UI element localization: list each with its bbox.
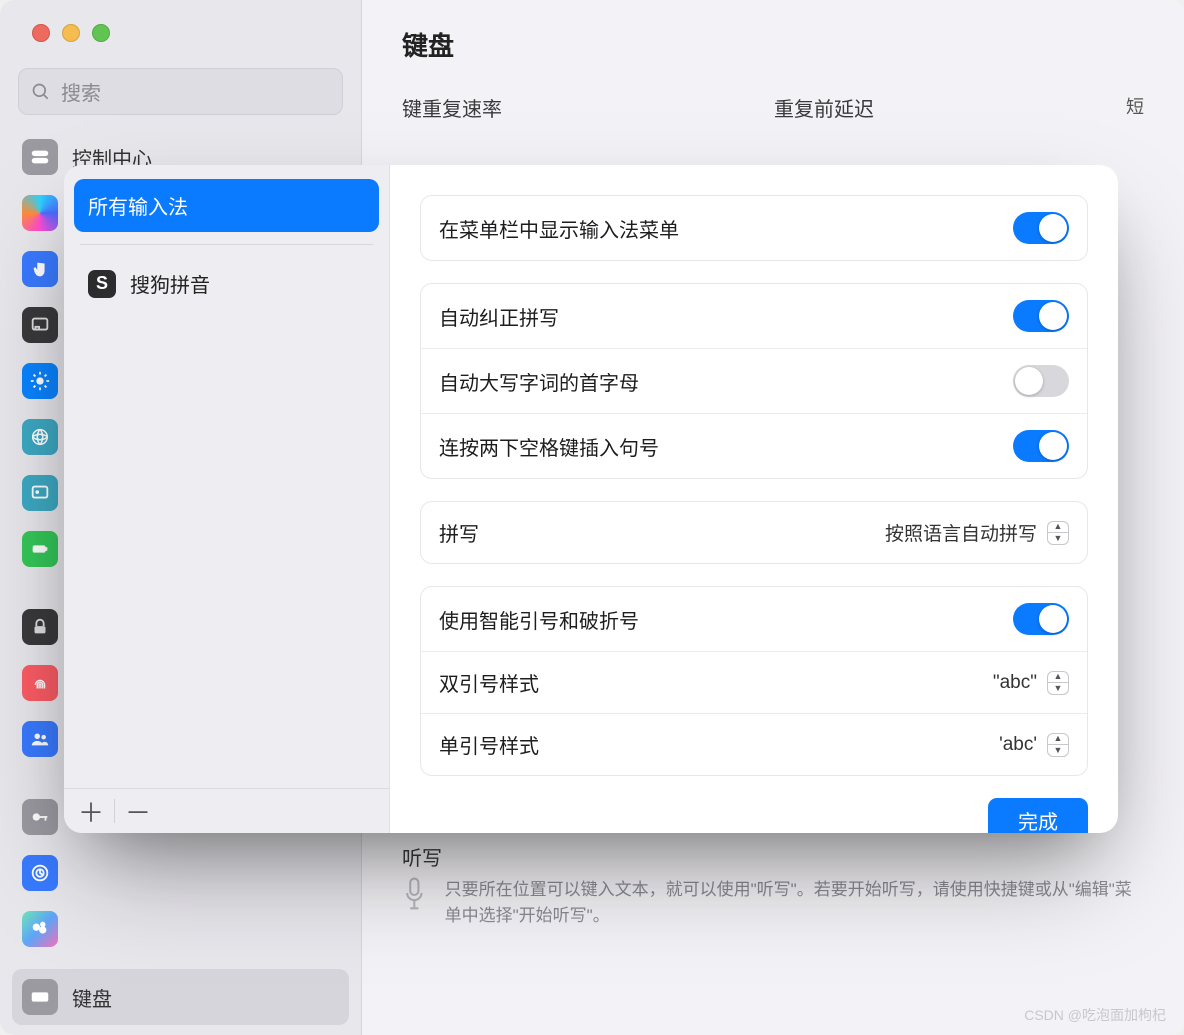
popup-value: "abc" (993, 672, 1037, 694)
row-label: 使用智能引号和破折号 (439, 605, 639, 634)
row-double-space: 连按两下空格键插入句号 (421, 413, 1087, 478)
chevron-updown-icon: ▲▼ (1047, 671, 1069, 695)
row-label: 自动纠正拼写 (439, 302, 559, 331)
divider (80, 244, 373, 245)
keyboard-icon (22, 979, 58, 1015)
sheet-sidebar-item-sogou[interactable]: S 搜狗拼音 (74, 257, 379, 310)
page-title: 键盘 (402, 26, 1144, 63)
row-label: 双引号样式 (439, 668, 539, 697)
row-single-quote-style: 单引号样式 'abc' ▲▼ (421, 713, 1087, 775)
siri-icon (22, 195, 58, 231)
search-container: 搜索 (18, 68, 343, 115)
lock-icon (22, 609, 58, 645)
desktop-icon (22, 307, 58, 343)
minimize-window-button[interactable] (62, 24, 80, 42)
toggle-autocorrect[interactable] (1013, 300, 1069, 332)
settings-group-3: 拼写 按照语言自动拼写 ▲▼ (420, 501, 1088, 564)
toggle-double-space[interactable] (1013, 430, 1069, 462)
row-autocap: 自动大写字词的首字母 (421, 348, 1087, 413)
toggle-smart-quotes[interactable] (1013, 603, 1069, 635)
brightness-icon (22, 363, 58, 399)
settings-group-2: 自动纠正拼写 自动大写字词的首字母 连按两下空格键插入句号 (420, 283, 1088, 479)
single-quote-popup[interactable]: 'abc' ▲▼ (999, 733, 1069, 757)
row-label: 拼写 (439, 518, 479, 547)
sidebar-item-keyboard[interactable]: 键盘 (12, 969, 349, 1025)
sheet-sidebar-item-label: 所有输入法 (88, 191, 188, 220)
sheet-sidebar: 所有输入法 S 搜狗拼音 ＋ － (64, 165, 390, 833)
sheet-toolbar: ＋ － (64, 788, 389, 833)
row-double-quote-style: 双引号样式 "abc" ▲▼ (421, 651, 1087, 713)
sheet-sidebar-list: 所有输入法 S 搜狗拼音 (64, 165, 389, 788)
popup-value: 按照语言自动拼写 (885, 519, 1037, 546)
dictation-description: 只要所在位置可以键入文本，就可以使用"听写"。若要开始听写，请使用快捷键或从"编… (445, 877, 1144, 928)
zoom-window-button[interactable] (92, 24, 110, 42)
wallpaper-icon (22, 419, 58, 455)
slider-labels-row: 键重复速率 重复前延迟 短 (402, 93, 1144, 122)
battery-icon (22, 531, 58, 567)
internet-accounts-icon (22, 855, 58, 891)
row-label: 在菜单栏中显示输入法菜单 (439, 214, 679, 243)
sidebar-item[interactable] (12, 901, 349, 957)
microphone-icon (402, 875, 427, 915)
password-icon (22, 799, 58, 835)
row-label: 自动大写字词的首字母 (439, 367, 639, 396)
row-label: 单引号样式 (439, 730, 539, 759)
row-spelling: 拼写 按照语言自动拼写 ▲▼ (421, 502, 1087, 563)
gamecenter-icon (22, 911, 58, 947)
delay-label: 重复前延迟 (774, 93, 874, 122)
users-icon (22, 721, 58, 757)
sheet-sidebar-item-label: 搜狗拼音 (130, 269, 210, 298)
row-autocorrect: 自动纠正拼写 (421, 284, 1087, 348)
sidebar-item[interactable] (12, 845, 349, 901)
key-repeat-label: 键重复速率 (402, 93, 502, 122)
row-smart-quotes: 使用智能引号和破折号 (421, 587, 1087, 651)
done-button[interactable]: 完成 (988, 798, 1088, 833)
dictation-row: 只要所在位置可以键入文本，就可以使用"听写"。若要开始听写，请使用快捷键或从"编… (402, 871, 1144, 928)
toggle-show-input-menu[interactable] (1013, 212, 1069, 244)
delay-end-label: 短 (944, 93, 1144, 122)
chevron-updown-icon: ▲▼ (1047, 733, 1069, 757)
remove-input-source-button[interactable]: － (119, 793, 157, 829)
screensaver-icon (22, 475, 58, 511)
sheet-content: 在菜单栏中显示输入法菜单 自动纠正拼写 自动大写字词的首字母 连按两下空格键插入… (390, 165, 1118, 833)
settings-group-1: 在菜单栏中显示输入法菜单 (420, 195, 1088, 261)
spelling-popup[interactable]: 按照语言自动拼写 ▲▼ (885, 519, 1069, 546)
sidebar-item-label: 键盘 (72, 983, 112, 1012)
add-input-source-button[interactable]: ＋ (72, 793, 110, 829)
sheet-footer: 完成 (420, 798, 1088, 833)
sheet-sidebar-item-all[interactable]: 所有输入法 (74, 179, 379, 232)
close-window-button[interactable] (32, 24, 50, 42)
toggle-autocap[interactable] (1013, 365, 1069, 397)
hand-icon (22, 251, 58, 287)
control-center-icon (22, 139, 58, 175)
window-traffic-lights (0, 0, 361, 58)
dictation-label: 听写 (402, 842, 1144, 871)
row-label: 连按两下空格键插入句号 (439, 432, 659, 461)
watermark: CSDN @吃泡面加枸杞 (1024, 1005, 1166, 1025)
search-input[interactable]: 搜索 (18, 68, 343, 115)
divider (114, 799, 115, 823)
search-placeholder: 搜索 (61, 77, 101, 106)
popup-value: 'abc' (999, 734, 1037, 756)
search-icon (31, 82, 51, 102)
sidebar-item-trackpad[interactable]: 触控板 (12, 1025, 349, 1035)
row-show-input-menu: 在菜单栏中显示输入法菜单 (421, 196, 1087, 260)
settings-group-4: 使用智能引号和破折号 双引号样式 "abc" ▲▼ 单引号样式 'abc' ▲▼ (420, 586, 1088, 776)
input-sources-sheet: 所有输入法 S 搜狗拼音 ＋ － 在菜单栏中显示输入法菜单 (64, 165, 1118, 833)
touchid-icon (22, 665, 58, 701)
chevron-updown-icon: ▲▼ (1047, 521, 1069, 545)
sogou-icon: S (88, 270, 116, 298)
double-quote-popup[interactable]: "abc" ▲▼ (993, 671, 1069, 695)
